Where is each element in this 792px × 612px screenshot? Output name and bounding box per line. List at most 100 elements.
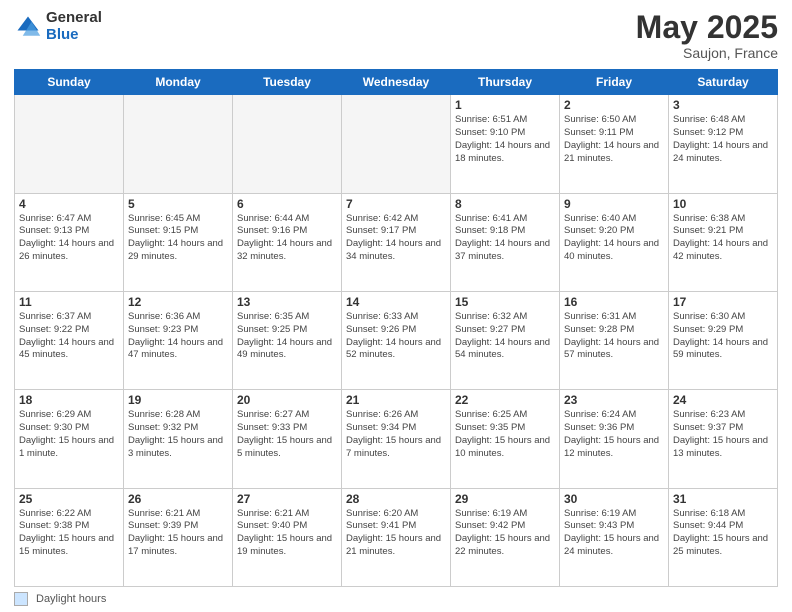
day-number: 18 — [19, 393, 119, 407]
calendar-cell: 5Sunrise: 6:45 AM Sunset: 9:15 PM Daylig… — [124, 193, 233, 291]
day-info: Sunrise: 6:35 AM Sunset: 9:25 PM Dayligh… — [237, 311, 337, 362]
day-info: Sunrise: 6:23 AM Sunset: 9:37 PM Dayligh… — [673, 409, 773, 460]
calendar-day-header: Friday — [560, 70, 669, 95]
calendar-cell — [15, 95, 124, 193]
calendar-day-header: Sunday — [15, 70, 124, 95]
calendar-cell: 29Sunrise: 6:19 AM Sunset: 9:42 PM Dayli… — [451, 488, 560, 586]
calendar-cell: 27Sunrise: 6:21 AM Sunset: 9:40 PM Dayli… — [233, 488, 342, 586]
day-number: 10 — [673, 197, 773, 211]
day-info: Sunrise: 6:18 AM Sunset: 9:44 PM Dayligh… — [673, 508, 773, 559]
title-block: May 2025 Saujon, France — [636, 10, 778, 61]
legend-label: Daylight hours — [36, 593, 106, 605]
day-info: Sunrise: 6:21 AM Sunset: 9:40 PM Dayligh… — [237, 508, 337, 559]
calendar-cell: 1Sunrise: 6:51 AM Sunset: 9:10 PM Daylig… — [451, 95, 560, 193]
day-number: 30 — [564, 492, 664, 506]
calendar-cell — [342, 95, 451, 193]
day-number: 22 — [455, 393, 555, 407]
day-info: Sunrise: 6:31 AM Sunset: 9:28 PM Dayligh… — [564, 311, 664, 362]
day-number: 8 — [455, 197, 555, 211]
calendar-cell — [124, 95, 233, 193]
day-number: 6 — [237, 197, 337, 211]
day-number: 28 — [346, 492, 446, 506]
calendar-cell: 10Sunrise: 6:38 AM Sunset: 9:21 PM Dayli… — [669, 193, 778, 291]
day-info: Sunrise: 6:24 AM Sunset: 9:36 PM Dayligh… — [564, 409, 664, 460]
calendar-cell: 9 Sunrise: 6:40 AM Sunset: 9:20 PM Daylig… — [560, 193, 669, 291]
day-info: Sunrise: 6:25 AM Sunset: 9:35 PM Dayligh… — [455, 409, 555, 460]
calendar-header-row: SundayMondayTuesdayWednesdayThursdayFrid… — [15, 70, 778, 95]
day-number: 9 — [564, 197, 664, 211]
day-info: Sunrise: 6:29 AM Sunset: 9:30 PM Dayligh… — [19, 409, 119, 460]
calendar-day-header: Thursday — [451, 70, 560, 95]
day-info: Sunrise: 6:21 AM Sunset: 9:39 PM Dayligh… — [128, 508, 228, 559]
calendar-location: Saujon, France — [636, 45, 778, 61]
calendar-cell: 19 Sunrise: 6:28 AM Sunset: 9:32 PM Dayli… — [124, 390, 233, 488]
calendar-day-header: Tuesday — [233, 70, 342, 95]
logo-text: General Blue — [46, 10, 102, 43]
day-info: Sunrise: 6:22 AM Sunset: 9:38 PM Dayligh… — [19, 508, 119, 559]
day-info: Sunrise: 6:28 AM Sunset: 9:32 PM Dayligh… — [128, 409, 228, 460]
footer: Daylight hours — [14, 592, 778, 606]
calendar-cell: 28 Sunrise: 6:20 AM Sunset: 9:41 PM Dayli… — [342, 488, 451, 586]
day-info: Sunrise: 6:51 AM Sunset: 9:10 PM Dayligh… — [455, 114, 555, 165]
day-info: Sunrise: 6:20 AM Sunset: 9:41 PM Dayligh… — [346, 508, 446, 559]
day-info: Sunrise: 6:30 AM Sunset: 9:29 PM Dayligh… — [673, 311, 773, 362]
calendar-cell: 13Sunrise: 6:35 AM Sunset: 9:25 PM Dayli… — [233, 291, 342, 389]
day-number: 23 — [564, 393, 664, 407]
day-info: Sunrise: 6:26 AM Sunset: 9:34 PM Dayligh… — [346, 409, 446, 460]
day-info: Sunrise: 6:48 AM Sunset: 9:12 PM Dayligh… — [673, 114, 773, 165]
day-info: Sunrise: 6:19 AM Sunset: 9:42 PM Dayligh… — [455, 508, 555, 559]
calendar-day-header: Monday — [124, 70, 233, 95]
day-number: 14 — [346, 295, 446, 309]
header: General Blue May 2025 Saujon, France — [14, 10, 778, 61]
calendar-cell: 18 Sunrise: 6:29 AM Sunset: 9:30 PM Dayli… — [15, 390, 124, 488]
calendar-cell: 16Sunrise: 6:31 AM Sunset: 9:28 PM Dayli… — [560, 291, 669, 389]
calendar-cell: 17Sunrise: 6:30 AM Sunset: 9:29 PM Dayli… — [669, 291, 778, 389]
day-info: Sunrise: 6:47 AM Sunset: 9:13 PM Dayligh… — [19, 213, 119, 264]
calendar-cell: 25 Sunrise: 6:22 AM Sunset: 9:38 PM Dayli… — [15, 488, 124, 586]
calendar-cell: 11 Sunrise: 6:37 AM Sunset: 9:22 PM Dayli… — [15, 291, 124, 389]
day-info: Sunrise: 6:41 AM Sunset: 9:18 PM Dayligh… — [455, 213, 555, 264]
calendar-cell: 2 Sunrise: 6:50 AM Sunset: 9:11 PM Daylig… — [560, 95, 669, 193]
day-info: Sunrise: 6:33 AM Sunset: 9:26 PM Dayligh… — [346, 311, 446, 362]
day-number: 31 — [673, 492, 773, 506]
day-number: 19 — [128, 393, 228, 407]
day-info: Sunrise: 6:32 AM Sunset: 9:27 PM Dayligh… — [455, 311, 555, 362]
calendar-cell: 24Sunrise: 6:23 AM Sunset: 9:37 PM Dayli… — [669, 390, 778, 488]
calendar-cell: 21Sunrise: 6:26 AM Sunset: 9:34 PM Dayli… — [342, 390, 451, 488]
day-number: 15 — [455, 295, 555, 309]
calendar-cell: 22 Sunrise: 6:25 AM Sunset: 9:35 PM Dayli… — [451, 390, 560, 488]
calendar-title: May 2025 — [636, 10, 778, 45]
day-number: 11 — [19, 295, 119, 309]
calendar-cell: 15 Sunrise: 6:32 AM Sunset: 9:27 PM Dayli… — [451, 291, 560, 389]
calendar-cell: 30 Sunrise: 6:19 AM Sunset: 9:43 PM Dayli… — [560, 488, 669, 586]
calendar-table: SundayMondayTuesdayWednesdayThursdayFrid… — [14, 69, 778, 587]
day-number: 25 — [19, 492, 119, 506]
calendar-cell: 6 Sunrise: 6:44 AM Sunset: 9:16 PM Daylig… — [233, 193, 342, 291]
calendar-week-row: 4 Sunrise: 6:47 AM Sunset: 9:13 PM Daylig… — [15, 193, 778, 291]
day-info: Sunrise: 6:44 AM Sunset: 9:16 PM Dayligh… — [237, 213, 337, 264]
calendar-cell: 23 Sunrise: 6:24 AM Sunset: 9:36 PM Dayli… — [560, 390, 669, 488]
day-number: 5 — [128, 197, 228, 211]
day-info: Sunrise: 6:50 AM Sunset: 9:11 PM Dayligh… — [564, 114, 664, 165]
calendar-week-row: 11 Sunrise: 6:37 AM Sunset: 9:22 PM Dayli… — [15, 291, 778, 389]
calendar-week-row: 18 Sunrise: 6:29 AM Sunset: 9:30 PM Dayli… — [15, 390, 778, 488]
day-number: 4 — [19, 197, 119, 211]
day-info: Sunrise: 6:27 AM Sunset: 9:33 PM Dayligh… — [237, 409, 337, 460]
day-info: Sunrise: 6:37 AM Sunset: 9:22 PM Dayligh… — [19, 311, 119, 362]
logo-general-label: General — [46, 10, 102, 27]
calendar-cell: 12Sunrise: 6:36 AM Sunset: 9:23 PM Dayli… — [124, 291, 233, 389]
calendar-cell: 4 Sunrise: 6:47 AM Sunset: 9:13 PM Daylig… — [15, 193, 124, 291]
day-info: Sunrise: 6:40 AM Sunset: 9:20 PM Dayligh… — [564, 213, 664, 264]
legend-box — [14, 592, 28, 606]
calendar-cell: 26Sunrise: 6:21 AM Sunset: 9:39 PM Dayli… — [124, 488, 233, 586]
day-number: 12 — [128, 295, 228, 309]
calendar-cell: 14 Sunrise: 6:33 AM Sunset: 9:26 PM Dayli… — [342, 291, 451, 389]
day-info: Sunrise: 6:19 AM Sunset: 9:43 PM Dayligh… — [564, 508, 664, 559]
calendar-day-header: Wednesday — [342, 70, 451, 95]
calendar-cell: 3Sunrise: 6:48 AM Sunset: 9:12 PM Daylig… — [669, 95, 778, 193]
calendar-week-row: 1Sunrise: 6:51 AM Sunset: 9:10 PM Daylig… — [15, 95, 778, 193]
calendar-cell: 8 Sunrise: 6:41 AM Sunset: 9:18 PM Daylig… — [451, 193, 560, 291]
calendar-cell: 7Sunrise: 6:42 AM Sunset: 9:17 PM Daylig… — [342, 193, 451, 291]
day-number: 2 — [564, 98, 664, 112]
calendar-week-row: 25 Sunrise: 6:22 AM Sunset: 9:38 PM Dayli… — [15, 488, 778, 586]
